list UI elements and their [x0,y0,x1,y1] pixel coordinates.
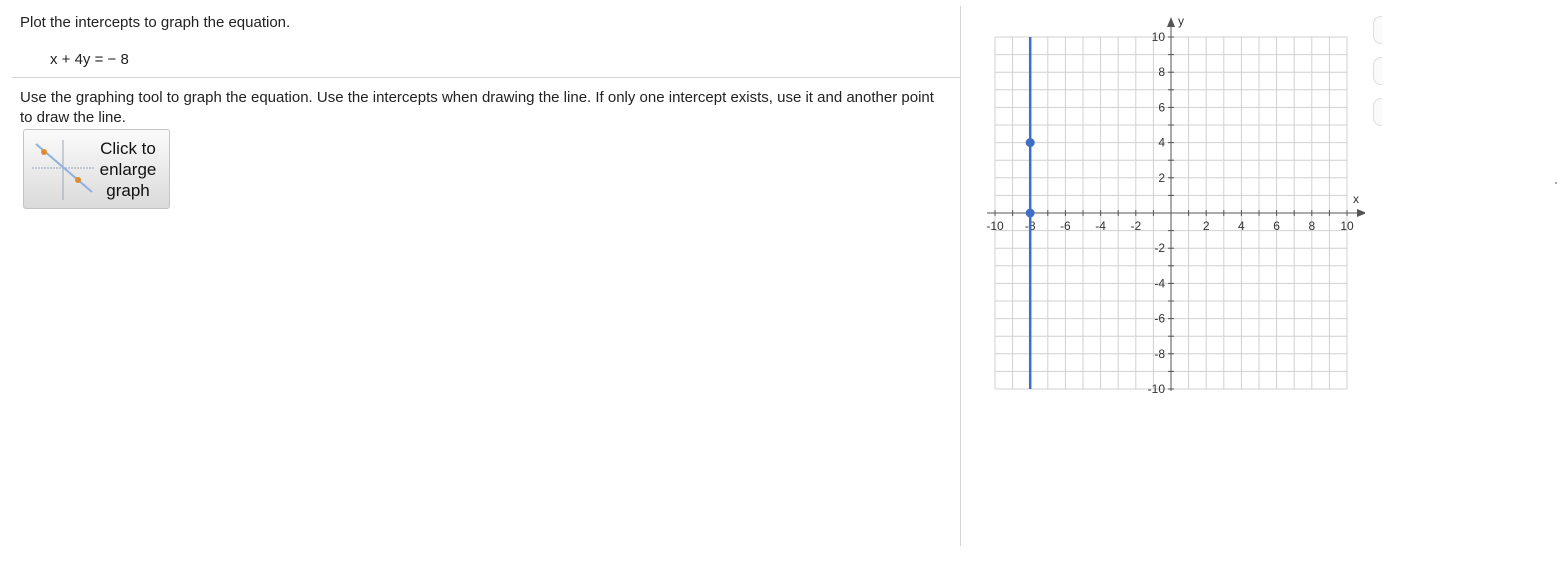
x-tick-label: 6 [1273,219,1280,233]
y-tick-label: -2 [1154,241,1165,255]
x-tick-label: 4 [1238,219,1245,233]
y-tick-label: -6 [1154,312,1165,326]
enlarge-graph-label: Click to enlarge graph [99,139,157,200]
x-tick-label: 10 [1340,219,1354,233]
y-tick-label: 10 [1152,30,1166,44]
question-title: Plot the intercepts to graph the equatio… [20,14,291,31]
x-tick-label: 8 [1308,219,1315,233]
y-tick-label: -10 [1148,382,1166,396]
divider [12,77,960,78]
x-tick-label: -4 [1095,219,1106,233]
tiny-dot [1555,182,1557,184]
x-axis-arrow [1357,209,1365,217]
question-panel: Plot the intercepts to graph the equatio… [0,0,960,561]
y-tick-label: 4 [1158,136,1165,150]
x-tick-label: -2 [1130,219,1141,233]
graph-thumbnail-icon [32,140,94,200]
instructions-text: Use the graphing tool to graph the equat… [20,89,934,126]
enlarge-graph-button[interactable]: Click to enlarge graph [23,129,170,209]
plotted-point [1025,138,1035,148]
x-tick-label: -6 [1060,219,1071,233]
plotted-point [1025,208,1035,218]
x-tick-label: -10 [986,219,1004,233]
equation: x + 4y = − 8 [50,51,129,68]
y-tick-label: 2 [1158,171,1165,185]
graph-area[interactable]: -10 -8 -6 -4 -2 2 4 6 8 10108642-2-4-6-8-10xy [975,10,1365,405]
y-tick-label: -8 [1154,347,1165,361]
y-tick-label: 6 [1158,100,1165,114]
x-axis-label: x [1353,192,1359,206]
x-tick-label: 2 [1203,219,1210,233]
y-axis-label: y [1178,14,1184,28]
y-tick-label: -4 [1154,276,1165,290]
side-tab-3[interactable] [1373,98,1382,126]
panel-divider [960,6,961,546]
page: Plot the intercepts to graph the equatio… [0,0,1560,561]
y-tick-label: 8 [1158,65,1165,79]
y-axis-arrow [1167,17,1175,27]
side-tab-1[interactable] [1373,16,1382,44]
side-tab-2[interactable] [1373,57,1382,85]
